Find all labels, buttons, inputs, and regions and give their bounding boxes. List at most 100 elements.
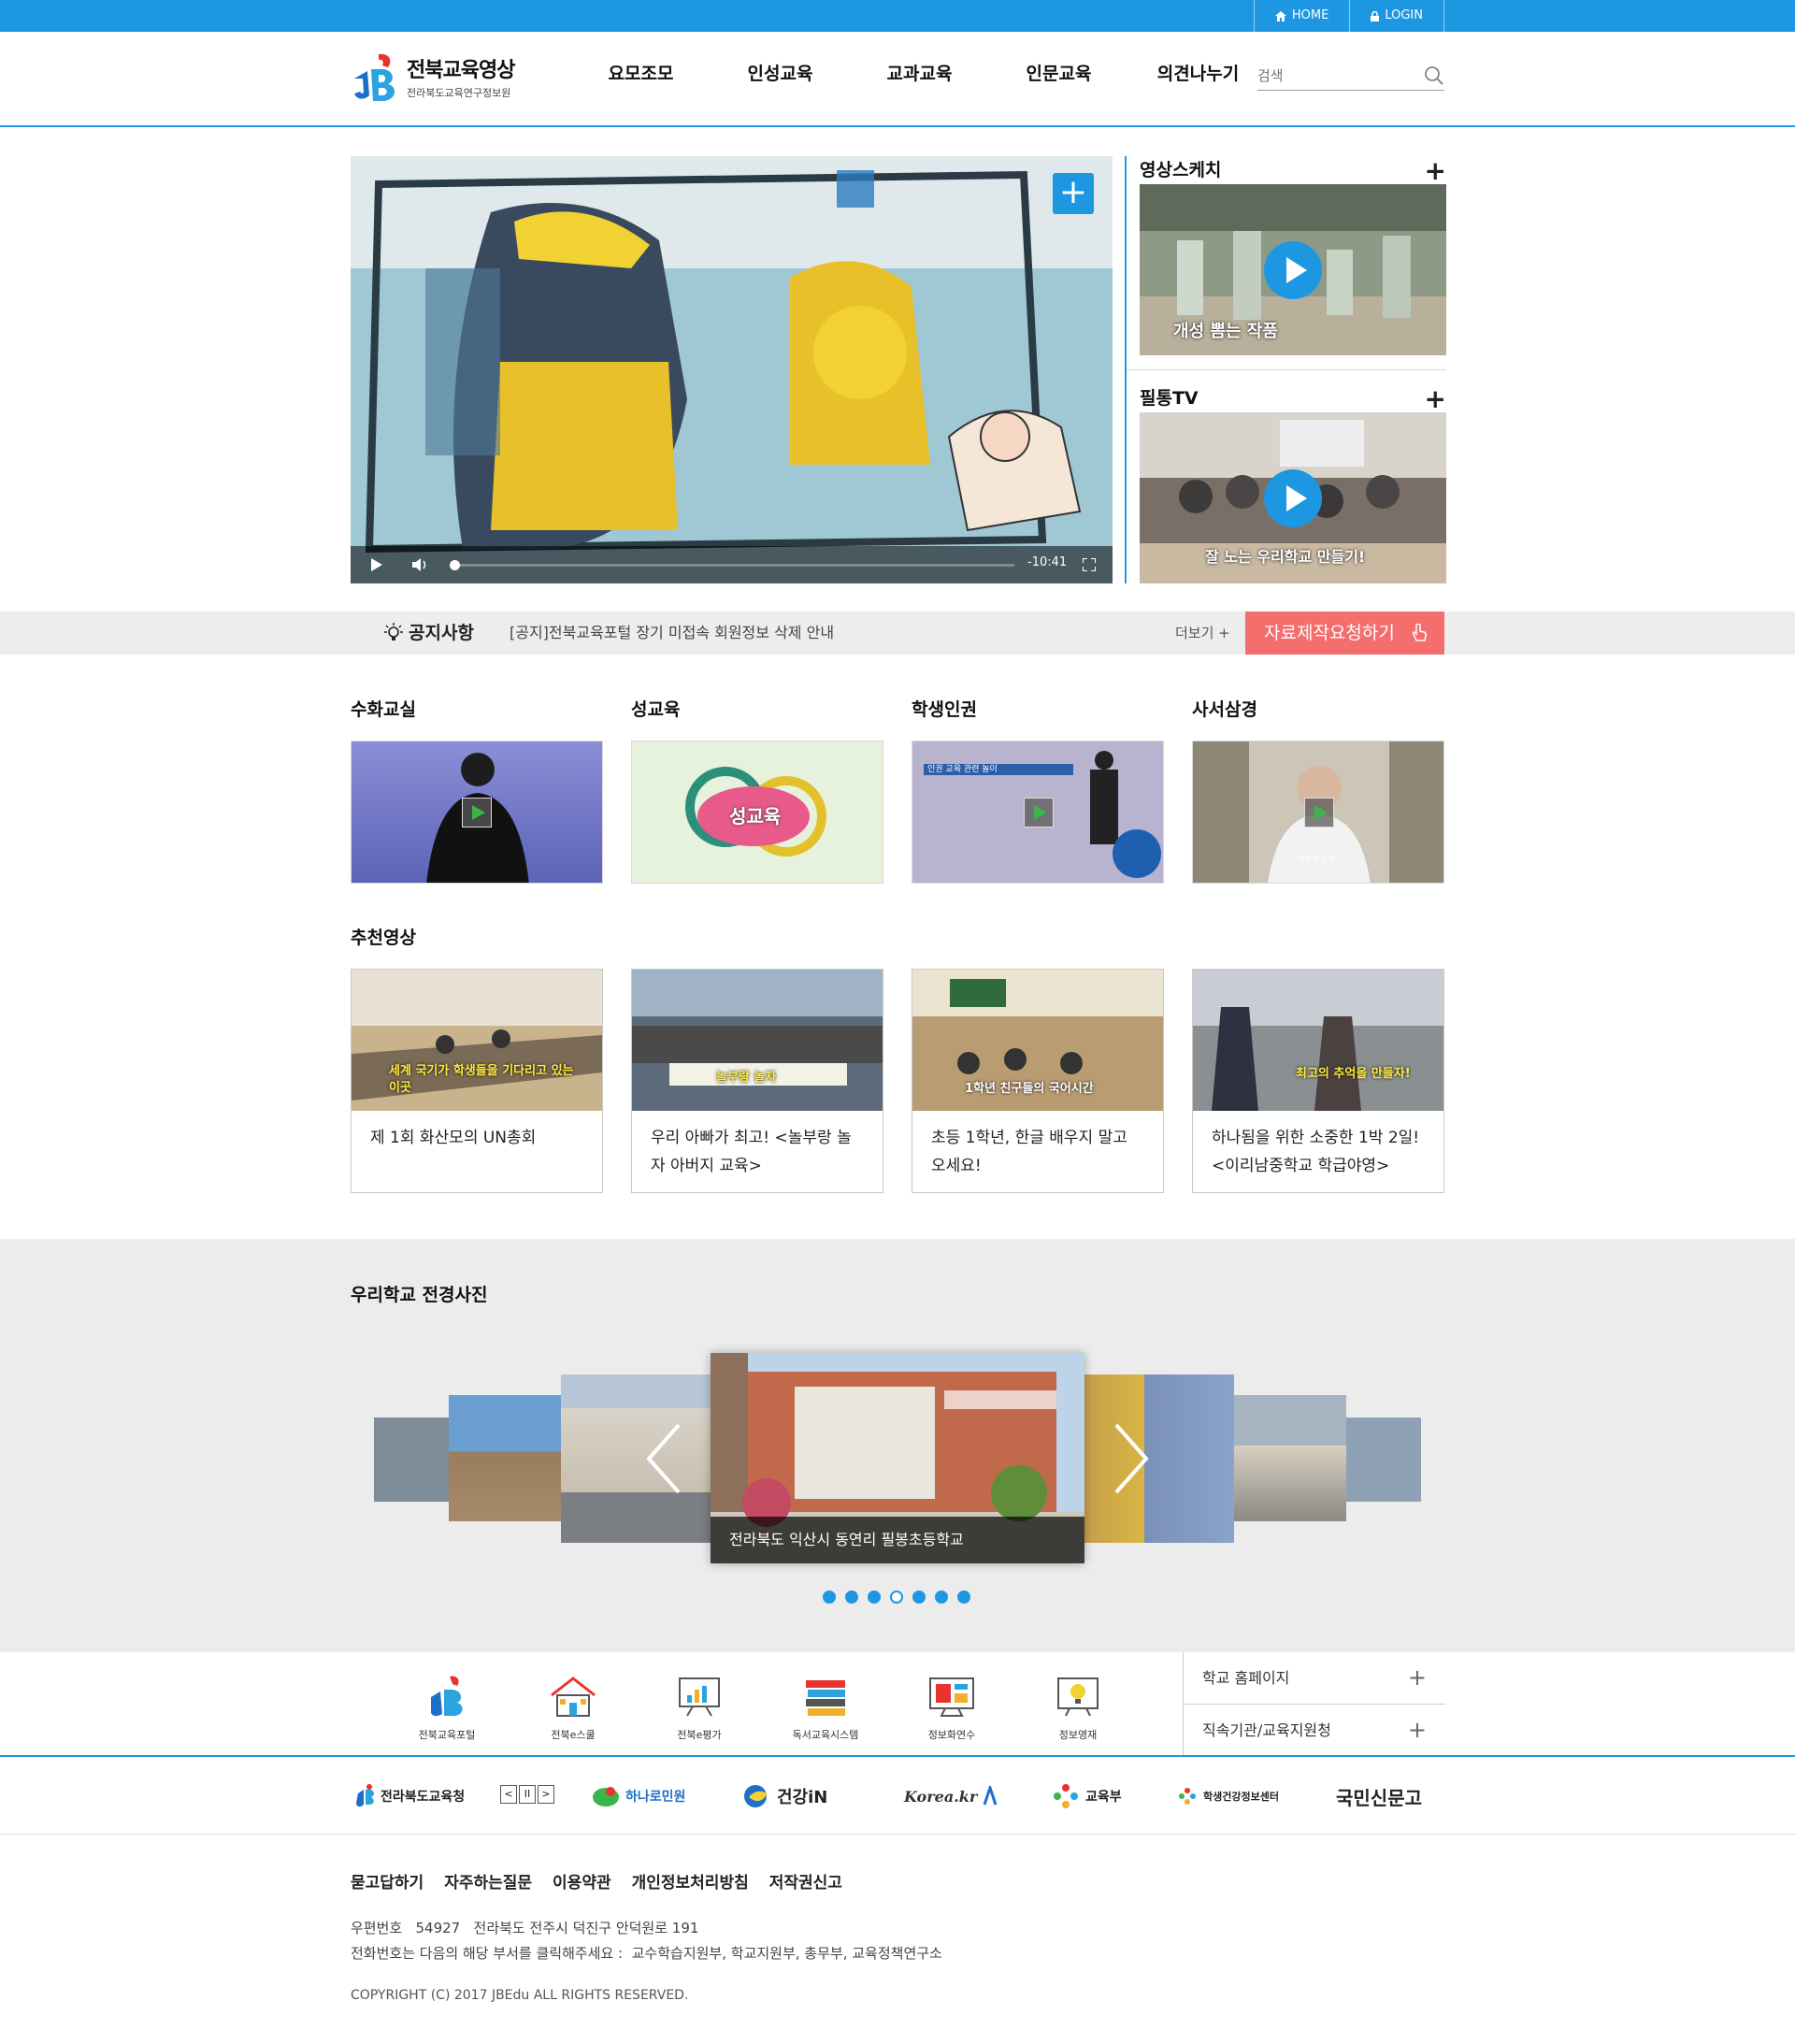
main-video-player[interactable]: + -10:41 [351, 156, 1113, 583]
partner-hanaro[interactable]: 하나로민원 [592, 1781, 685, 1811]
more-plus-icon[interactable]: + [1425, 158, 1446, 184]
gallery-image-side[interactable] [1346, 1418, 1421, 1502]
play-button-icon[interactable] [1304, 797, 1334, 828]
recommended-card[interactable]: 놀부랑 놀자 우리 아빠가 최고! <놀부랑 놀자 아버지 교육> [631, 969, 883, 1193]
footer-link-copyright-report[interactable]: 저작권신고 [769, 1869, 842, 1893]
jbedu-portal-icon [422, 1673, 472, 1720]
more-plus-icon[interactable]: + [1425, 386, 1446, 412]
play-button-icon[interactable] [1264, 240, 1322, 299]
recommended-thumb[interactable]: 놀부랑 놀자 [632, 970, 883, 1111]
nav-item-character-education[interactable]: 인성교육 [711, 60, 850, 88]
quick-link-portal[interactable]: 전북교육포털 [395, 1673, 498, 1742]
recommended-thumb[interactable]: 1학년 친구들의 국어시간 [912, 970, 1163, 1111]
gallery-page-dot[interactable] [912, 1591, 926, 1604]
notice-bar: 공지사항 [공지]전북교육포털 장기 미접속 회원정보 삭제 안내 더보기 + … [351, 612, 1444, 655]
gallery-page-dot[interactable] [845, 1591, 858, 1604]
recommended-card[interactable]: 세계 국기가 학생들을 기다리고 있는 이곳 제 1회 화산모의 UN총회 [351, 969, 603, 1193]
video-progress-track[interactable] [453, 564, 1014, 567]
category-classics[interactable]: 사서삼경 확환석 교수 [1192, 696, 1444, 884]
request-production-button[interactable]: 자료제작요청하기 [1245, 612, 1444, 655]
side-video-sketch-caption: 개성 뽐는 작품 [1173, 322, 1278, 341]
video-progress-knob[interactable] [450, 560, 460, 570]
recommended-thumb[interactable]: 세계 국기가 학생들을 기다리고 있는 이곳 [352, 970, 602, 1111]
footer-link-faq[interactable]: 자주하는질문 [444, 1869, 532, 1893]
partner-student-health[interactable]: 학생건강정보센터 [1177, 1781, 1279, 1811]
recommended-caption[interactable]: 초등 1학년, 한글 배우지 말고 오세요! [912, 1111, 1163, 1193]
footer-link-terms[interactable]: 이용약관 [553, 1869, 611, 1893]
side-video-sketch-thumb[interactable]: 개성 뽐는 작품 [1140, 184, 1446, 355]
partner-health-in[interactable]: 건강iN [743, 1781, 827, 1811]
partner-jbe[interactable]: 전라북도교육청 [354, 1781, 465, 1811]
gallery-page-dot[interactable] [935, 1591, 948, 1604]
quick-link-it-training[interactable]: 정보화연수 [900, 1673, 1003, 1742]
recommended-thumb[interactable]: 최고의 추억을 만들자! [1193, 970, 1443, 1111]
footer-link-privacy[interactable]: 개인정보처리방침 [632, 1869, 749, 1893]
category-student-rights[interactable]: 학생인권 인권 교육 관련 놀이 [912, 696, 1164, 884]
recommended-title: 추천영상 [351, 928, 416, 948]
notice-more-link[interactable]: 더보기 + [1175, 612, 1230, 655]
quick-link-reading[interactable]: 독서교육시스템 [774, 1673, 877, 1742]
partner-next-icon[interactable]: > [538, 1785, 554, 1804]
school-homepage-link[interactable]: 학교 홈페이지 + [1184, 1652, 1445, 1704]
category-thumb[interactable]: 인권 교육 관련 놀이 [912, 741, 1164, 884]
expand-plus-icon[interactable]: + [1408, 1652, 1427, 1704]
nav-item-subject-education[interactable]: 교과교육 [850, 60, 989, 88]
affiliated-agencies-link[interactable]: 직속기관/교육지원청 + [1184, 1704, 1445, 1755]
quick-link-gifted[interactable]: 정보영재 [1027, 1673, 1129, 1742]
nav-item-humanities-education[interactable]: 인문교육 [989, 60, 1128, 88]
gallery-next-arrow-icon[interactable] [1113, 1421, 1150, 1496]
video-controls: -10:41 [351, 546, 1113, 583]
korea-flag-icon [983, 1786, 998, 1806]
play-button-icon[interactable] [1264, 468, 1322, 527]
category-sex-education[interactable]: 성교육 성교육 [631, 696, 883, 884]
side-video-sketch[interactable]: 영상스케치 + 개성 뽐는 작품 [1140, 156, 1446, 355]
recommended-card[interactable]: 1학년 친구들의 국어시간 초등 1학년, 한글 배우지 말고 오세요! [912, 969, 1164, 1193]
jbedu-logo-icon [351, 50, 399, 103]
home-link[interactable]: HOME [1253, 0, 1349, 32]
search-icon[interactable] [1424, 65, 1444, 86]
volume-icon[interactable] [412, 557, 429, 572]
gallery-page-dot[interactable] [957, 1591, 970, 1604]
category-thumb[interactable]: 확환석 교수 [1192, 741, 1444, 884]
recommended-caption[interactable]: 하나됨을 위한 소중한 1박 2일! <이리남중학교 학급야영> [1193, 1111, 1443, 1193]
nav-item-yomojomo[interactable]: 요모조모 [571, 60, 711, 88]
site-logo[interactable]: 전북교육영상 전라북도교육연구정보원 [351, 50, 515, 103]
partner-prev-icon[interactable]: < [500, 1785, 517, 1804]
gallery-image-side[interactable] [374, 1418, 449, 1502]
partner-moe[interactable]: 교육부 [1052, 1781, 1122, 1811]
gallery-image-side[interactable] [1084, 1375, 1234, 1543]
gallery-image-side[interactable] [561, 1375, 711, 1543]
side-piltong-tv-thumb[interactable]: 잘 노는 우리학교 만들기! [1140, 412, 1446, 583]
partner-pause-icon[interactable]: II [519, 1785, 536, 1804]
recommended-caption[interactable]: 제 1회 화산모의 UN총회 [352, 1111, 602, 1165]
footer-link-qna[interactable]: 묻고답하기 [351, 1869, 424, 1893]
expand-plus-icon[interactable]: + [1408, 1705, 1427, 1756]
gallery-image-side[interactable] [449, 1395, 561, 1521]
recommended-card[interactable]: 최고의 추억을 만들자! 하나됨을 위한 소중한 1박 2일! <이리남중학교 … [1192, 969, 1444, 1193]
fullscreen-icon[interactable] [1083, 558, 1096, 571]
partner-epeople[interactable]: 국민신문고 [1336, 1781, 1422, 1811]
category-sign-language[interactable]: 수화교실 [351, 696, 603, 884]
quick-link-eschool[interactable]: 전북e스쿨 [522, 1673, 625, 1742]
gallery-page-dot[interactable] [868, 1591, 881, 1604]
play-icon[interactable] [371, 558, 382, 571]
gallery-page-dot[interactable] [890, 1591, 903, 1604]
gallery-image-main[interactable]: 전라북도 익산시 동연리 필봉초등학교 [711, 1353, 1084, 1563]
quick-link-evaluation[interactable]: 전북e평가 [648, 1673, 751, 1742]
login-link[interactable]: LOGIN [1349, 0, 1444, 32]
gallery-prev-arrow-icon[interactable] [645, 1421, 682, 1496]
search-input[interactable] [1257, 63, 1407, 89]
play-button-icon[interactable] [462, 797, 492, 828]
side-piltong-tv[interactable]: 필통TV + 잘 노는 우리학교 만들기! [1140, 384, 1446, 583]
partner-korea-kr[interactable]: Korea.kr [904, 1781, 998, 1811]
play-button-icon[interactable] [1024, 797, 1054, 828]
gallery-page-dot[interactable] [823, 1591, 836, 1604]
gallery-image-side[interactable] [1234, 1395, 1346, 1521]
recommended-caption[interactable]: 우리 아빠가 최고! <놀부랑 놀자 아버지 교육> [632, 1111, 883, 1193]
nav-item-share-opinions[interactable]: 의견나누기 [1128, 60, 1268, 88]
category-thumb[interactable] [351, 741, 603, 884]
category-thumb[interactable]: 성교육 [631, 741, 883, 884]
hanaro-logo-icon [593, 1787, 619, 1806]
notice-text[interactable]: [공지]전북교육포털 장기 미접속 회원정보 삭제 안내 [510, 612, 834, 655]
player-plus-button[interactable]: + [1053, 173, 1094, 214]
